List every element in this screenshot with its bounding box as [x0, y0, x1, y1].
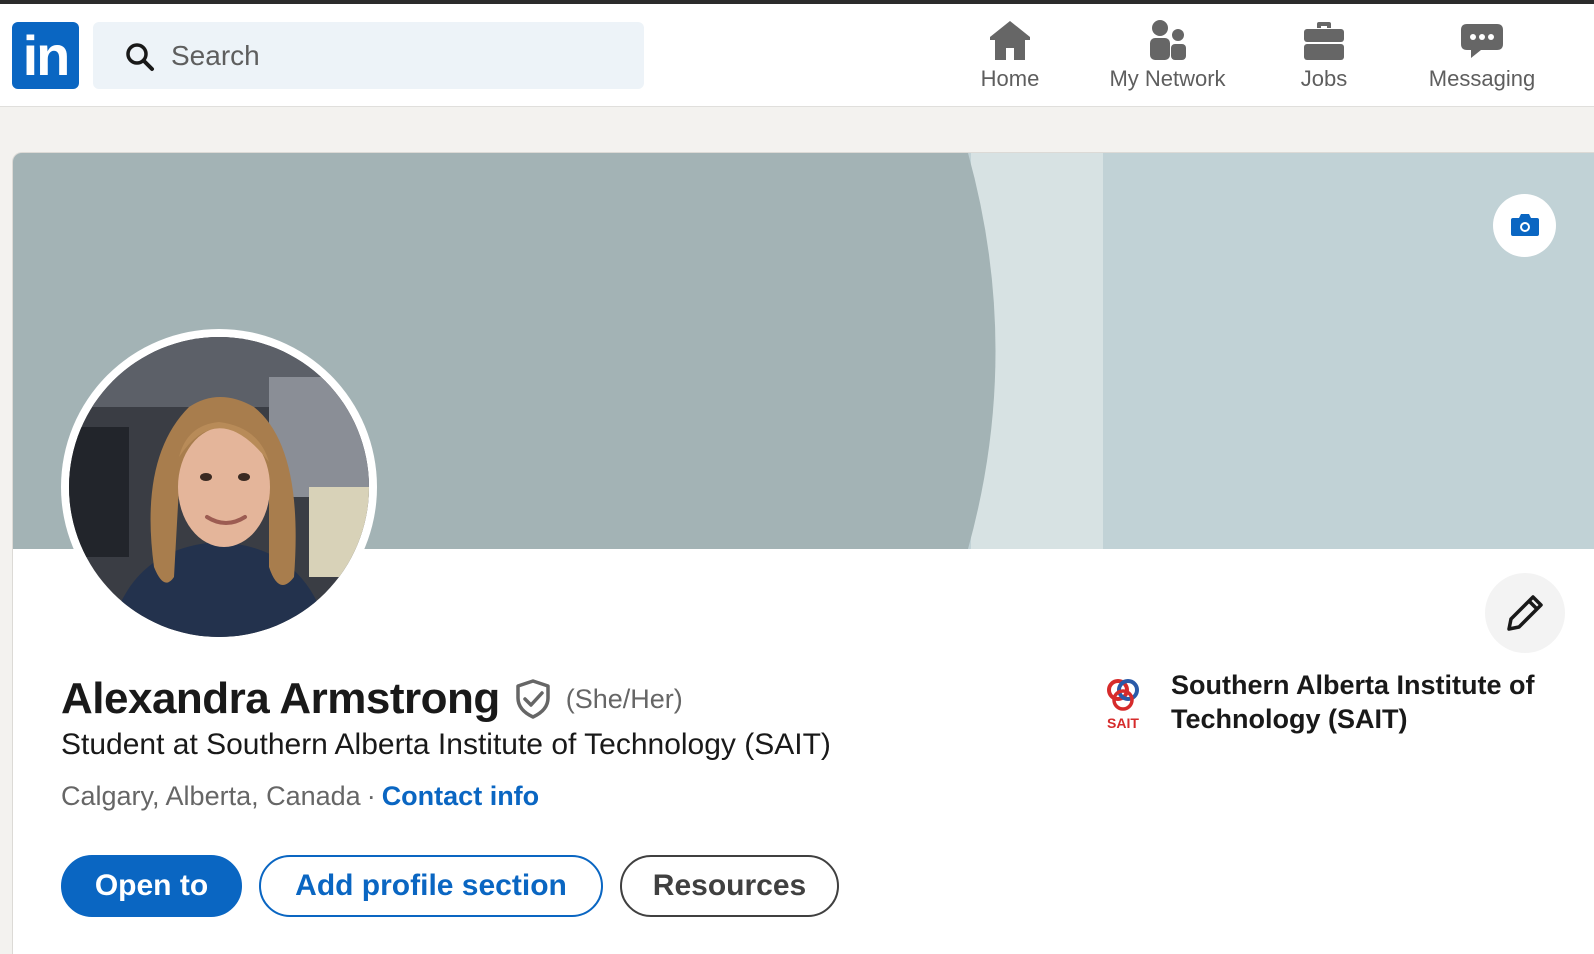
svg-text:SAIT: SAIT: [1107, 715, 1139, 731]
linkedin-logo[interactable]: in: [12, 22, 79, 89]
sait-logo: SAIT: [1107, 679, 1139, 731]
profile-actions: Open to Add profile section Resources: [61, 855, 839, 917]
profile-card: Alexandra Armstrong (She/Her) Student at…: [12, 152, 1594, 954]
profile-location: Calgary, Alberta, Canada: [61, 781, 361, 811]
people-icon: [1149, 20, 1186, 60]
nav-messaging-label: Messaging: [1428, 66, 1536, 91]
search-bar[interactable]: [93, 22, 644, 89]
nav-my-network[interactable]: My Network: [1090, 18, 1245, 98]
verified-shield-icon[interactable]: [514, 679, 552, 719]
school-name: Southern Alberta Institute of Technology…: [1171, 670, 1535, 734]
search-input[interactable]: [171, 22, 621, 89]
profile-pronouns: (She/Her): [565, 683, 683, 714]
nav-my-network-label: My Network: [1109, 66, 1226, 91]
profile-photo-image: [69, 337, 369, 637]
education-link[interactable]: SAIT Southern Alberta Institute of Techn…: [1101, 668, 1581, 748]
search-icon: [126, 43, 154, 71]
message-icon: [1461, 24, 1503, 58]
nav-jobs-label: Jobs: [1300, 66, 1348, 91]
camera-icon: [1511, 214, 1539, 236]
add-profile-section-button[interactable]: Add profile section: [259, 855, 603, 917]
edit-intro-button[interactable]: [1485, 573, 1565, 653]
profile-photo[interactable]: [61, 329, 377, 645]
nav-messaging[interactable]: Messaging: [1412, 18, 1552, 98]
resources-button[interactable]: Resources: [620, 855, 839, 917]
nav-home[interactable]: Home: [960, 18, 1060, 98]
pencil-icon: [1507, 595, 1543, 631]
edit-banner-button[interactable]: [1493, 194, 1556, 257]
global-nav: in Home My Network Jobs: [0, 4, 1594, 107]
contact-info-link[interactable]: Contact info: [382, 781, 539, 811]
briefcase-icon: [1304, 22, 1344, 60]
profile-location-row: Calgary, Alberta, Canada · Contact info: [61, 781, 539, 812]
open-to-button[interactable]: Open to: [61, 855, 242, 917]
nav-home-label: Home: [980, 66, 1040, 91]
profile-headline: Student at Southern Alberta Institute of…: [61, 728, 831, 761]
separator-dot: ·: [366, 781, 376, 811]
profile-name: Alexandra Armstrong: [61, 674, 500, 723]
profile-name-row: Alexandra Armstrong (She/Her): [61, 669, 683, 729]
home-icon: [990, 21, 1030, 60]
nav-jobs[interactable]: Jobs: [1284, 18, 1364, 98]
